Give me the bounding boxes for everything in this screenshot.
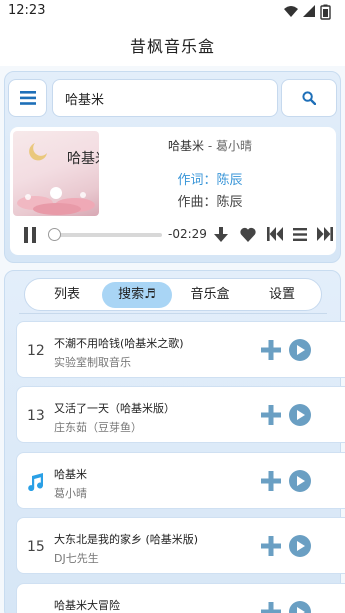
add-icon[interactable] <box>261 471 281 491</box>
play-circle-icon[interactable] <box>289 535 311 557</box>
menu-icon <box>19 91 36 105</box>
search-button[interactable] <box>281 79 337 117</box>
play-circle-icon[interactable] <box>289 470 311 492</box>
menu-button[interactable] <box>8 79 47 117</box>
search-input[interactable] <box>52 79 278 117</box>
title-separator: - <box>204 139 216 153</box>
app-title: 昔枫音乐盒 <box>129 37 215 56</box>
item-index: 13 <box>27 408 45 424</box>
progress-bar[interactable] <box>54 233 162 237</box>
play-circle-icon[interactable] <box>289 339 311 361</box>
music-note-icon <box>28 473 43 491</box>
list-item[interactable]: 13 又活了一天（哈基米版） 庄东茹（豆芽鱼） <box>16 386 345 443</box>
favorite-button[interactable] <box>240 227 256 242</box>
status-time: 12:23 <box>8 3 46 18</box>
download-icon <box>214 227 228 242</box>
tab-search[interactable]: 搜索♬ <box>102 282 172 308</box>
pause-icon <box>24 227 36 243</box>
add-icon[interactable] <box>261 340 281 360</box>
skip-previous-icon <box>267 227 283 241</box>
time-remaining: -02:29 <box>168 227 207 241</box>
tab-settings[interactable]: 设置 <box>248 282 316 308</box>
item-artist: 葛小晴 <box>54 487 87 500</box>
item-artist: 实验室制取音乐 <box>54 356 131 369</box>
list-item[interactable]: 哈基米 葛小晴 <box>16 452 345 509</box>
now-playing-card: 哈基米 哈基米 - 葛小晴 作词：陈辰 作曲：陈辰 -02:29 <box>10 127 336 255</box>
play-circle-icon[interactable] <box>289 404 311 426</box>
heart-icon <box>240 227 256 242</box>
list-item[interactable]: 15 大东北是我的家乡 (哈基米版) DJ七先生 <box>16 517 345 574</box>
download-button[interactable] <box>214 227 228 243</box>
item-artist: DJ七先生 <box>54 552 99 565</box>
album-cover: 哈基米 <box>13 131 99 216</box>
item-title: 哈基米大冒险 <box>54 599 120 612</box>
tab-list[interactable]: 列表 <box>34 282 100 308</box>
play-circle-icon[interactable] <box>289 601 311 613</box>
status-bar: 12:23 <box>0 0 345 24</box>
add-icon[interactable] <box>261 536 281 556</box>
item-title: 大东北是我的家乡 (哈基米版) <box>54 533 199 546</box>
song-artist: 葛小晴 <box>215 139 252 153</box>
composer: 作曲：陈辰 <box>177 195 243 210</box>
item-index: 12 <box>27 343 45 359</box>
player-panel: 哈基米 哈基米 - 葛小晴 作词：陈辰 作曲：陈辰 -02:29 <box>4 71 341 263</box>
list-item[interactable]: 12 不潮不用哈钱(哈基米之歌) 实验室制取音乐 <box>16 321 345 378</box>
lyricist: 作词：陈辰 <box>177 173 243 188</box>
previous-button[interactable] <box>267 227 283 241</box>
song-title-line: 哈基米 - 葛小晴 <box>110 137 310 154</box>
add-icon[interactable] <box>261 602 281 613</box>
playlist-button[interactable] <box>293 228 307 241</box>
add-icon[interactable] <box>261 405 281 425</box>
search-icon <box>302 91 316 105</box>
tab-divider <box>19 313 327 314</box>
item-artist: 庄东茹（豆芽鱼） <box>54 421 142 434</box>
status-icons <box>283 4 339 20</box>
battery-icon <box>320 4 331 20</box>
wifi-icon <box>284 6 298 17</box>
skip-next-icon <box>317 227 333 241</box>
cover-title-char-1: 哈基米 <box>67 150 99 167</box>
pause-button[interactable] <box>23 227 37 243</box>
list-item[interactable]: 哈基米大冒险 <box>16 583 345 613</box>
item-index: 15 <box>27 539 45 555</box>
progress-handle[interactable] <box>48 228 61 241</box>
signal-icon <box>303 5 315 17</box>
song-title: 哈基米 <box>168 139 205 153</box>
playlist-icon <box>293 228 307 241</box>
tab-bar: 列表 搜索♬ 音乐盒 设置 <box>24 278 322 311</box>
app-title-bar: 昔枫音乐盒 <box>0 24 345 66</box>
item-title: 又活了一天（哈基米版） <box>54 402 175 415</box>
item-title: 哈基米 <box>54 468 87 481</box>
next-button[interactable] <box>317 227 333 241</box>
item-title: 不潮不用哈钱(哈基米之歌) <box>54 337 184 350</box>
tab-music-box[interactable]: 音乐盒 <box>176 282 244 308</box>
